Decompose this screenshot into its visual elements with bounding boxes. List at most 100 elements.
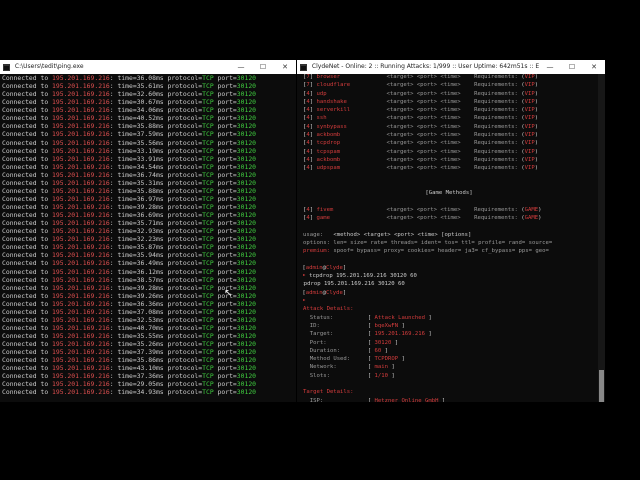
port-label: port=: [217, 243, 237, 252]
protocol-label: protocol=: [167, 170, 203, 179]
ping-output-line: Connected to 195.201.169.216: time=35.88…: [2, 122, 257, 131]
connected-prefix: Connected to: [2, 194, 53, 203]
ping-output-line: Connected to 195.201.169.216: time=37.36…: [2, 372, 257, 381]
protocol-label: protocol=: [167, 315, 203, 324]
maximize-icon[interactable]: ☐: [252, 60, 274, 74]
protocol-label: protocol=: [167, 364, 203, 373]
requirements-label: Requirements:: [474, 74, 518, 80]
target-ip: 195.201.169.216: [52, 194, 110, 203]
ping-output-line: Connected to 195.201.169.216: time=34.93…: [2, 388, 257, 397]
ping-time: 37.59: [136, 130, 156, 139]
ping-console-window[interactable]: C:\Users\tedit\ping.exe — ☐ ✕ Connected …: [0, 60, 296, 402]
port-label: port=: [217, 203, 237, 211]
target-ip: 195.201.169.216: [52, 227, 110, 236]
prompt-user: admin: [305, 264, 323, 271]
premium-label: premium:: [303, 248, 330, 255]
protocol-value: TCP: [202, 154, 214, 163]
port-label: port=: [217, 388, 237, 397]
ping-output-line: Connected to 195.201.169.216: time=35.86…: [2, 356, 257, 365]
clydenet-output[interactable]: [7] browser <target> <port> <time> Requir…: [303, 73, 595, 402]
ping-time: 35.86: [136, 356, 156, 365]
entered-command: tcpdrop 195.201.169.216 30120 60: [309, 273, 417, 280]
method-args: <target> <port> <time>: [386, 215, 461, 222]
prompt-user: admin: [305, 289, 323, 296]
attack-method-line: [7] cloudflare <target> <port> <time> Req…: [303, 82, 539, 89]
target-details-heading: Target Details:: [303, 388, 595, 396]
minimize-icon[interactable]: —: [539, 60, 561, 74]
ping-time: 40.52: [136, 114, 156, 123]
maximize-icon[interactable]: ☐: [561, 60, 583, 74]
connected-prefix: Connected to: [2, 162, 53, 171]
ping-output-line: Connected to 195.201.169.216: time=36.97…: [2, 194, 257, 203]
connected-prefix: Connected to: [2, 130, 53, 139]
clydenet-scrollbar[interactable]: [598, 74, 605, 402]
method-name: tcpdrop: [316, 140, 341, 147]
vip-badge: VIP: [524, 123, 535, 130]
connected-prefix: Connected to: [2, 388, 53, 397]
minimize-icon[interactable]: —: [230, 60, 252, 74]
method-args: <target> <port> <time>: [386, 90, 461, 97]
protocol-label: protocol=: [167, 82, 203, 91]
port-label: port=: [217, 122, 237, 131]
attack-method-line: [4] serverkill <target> <port> <time> Req…: [303, 107, 539, 114]
port-value: 30120: [236, 203, 257, 211]
detail-value: Hetzner Online GmbH: [374, 397, 439, 402]
vip-badge: VIP: [524, 98, 535, 105]
port-label: port=: [217, 219, 237, 228]
method-name: fivem: [316, 206, 334, 213]
protocol-label: protocol=: [167, 219, 203, 228]
ping-time: 39.28: [136, 283, 156, 292]
method-args: <target> <port> <time>: [386, 132, 461, 139]
ping-time: 35.87: [136, 243, 156, 252]
attack-method-line: [4] ackbomb <target> <port> <time> Requir…: [303, 132, 539, 139]
premium-text: spoof= bypass= proxy= cookies= header= j…: [333, 248, 549, 255]
ping-title-bar[interactable]: C:\Users\tedit\ping.exe — ☐ ✕: [0, 60, 296, 74]
ping-time: 29.05: [136, 380, 156, 389]
method-number: 4: [306, 107, 310, 114]
target-ip: 195.201.169.216: [52, 203, 110, 211]
close-icon[interactable]: ✕: [583, 60, 605, 74]
attack-method-line: [4] ackbomb <target> <port> <time> Requir…: [303, 156, 539, 163]
ping-window-controls: — ☐ ✕: [230, 60, 296, 74]
requirements-label: Requirements:: [474, 115, 518, 122]
scrollbar-thumb[interactable]: [599, 370, 604, 402]
protocol-label: protocol=: [167, 194, 203, 203]
port-value: 30120: [236, 251, 257, 260]
method-name: ackbomb: [316, 132, 341, 139]
ping-time: 36.69: [136, 211, 156, 220]
port-value: 30120: [236, 178, 257, 187]
game-methods-heading: [Game Methods]: [303, 189, 595, 197]
connected-prefix: Connected to: [2, 243, 53, 252]
port-value: 30120: [236, 154, 257, 163]
ping-time: 35.55: [136, 332, 156, 340]
clydenet-window[interactable]: ClydeNet - Online: 2 :: Running Attacks:…: [297, 60, 605, 402]
requirements-label: Requirements:: [474, 107, 518, 114]
close-icon[interactable]: ✕: [274, 60, 296, 74]
connected-prefix: Connected to: [2, 235, 53, 244]
attack-details-title: Attack Details:: [303, 306, 354, 313]
connected-prefix: Connected to: [2, 74, 53, 82]
protocol-value: TCP: [202, 138, 214, 147]
target-ip: 195.201.169.216: [52, 307, 110, 316]
clydenet-title-bar[interactable]: ClydeNet - Online: 2 :: Running Attacks:…: [297, 60, 605, 74]
protocol-value: TCP: [202, 130, 214, 139]
attack-detail-row: Port:[ 30120 ]: [309, 339, 399, 346]
target-ip: 195.201.169.216: [52, 251, 110, 260]
target-ip: 195.201.169.216: [52, 178, 110, 187]
target-ip: 195.201.169.216: [52, 380, 110, 389]
target-ip: 195.201.169.216: [52, 332, 110, 340]
ping-output-line: Connected to 195.201.169.216: time=32.53…: [2, 315, 257, 324]
ping-output-line: Connected to 195.201.169.216: time=35.87…: [2, 243, 257, 252]
method-number: 4: [306, 156, 310, 163]
connected-prefix: Connected to: [2, 307, 53, 316]
protocol-label: protocol=: [167, 243, 203, 252]
port-value: 30120: [236, 194, 257, 203]
attack-detail-row: Network:[ main ]: [309, 364, 395, 371]
ping-time: 34.06: [136, 106, 156, 115]
port-label: port=: [217, 227, 237, 236]
port-value: 30120: [236, 299, 257, 308]
ping-output[interactable]: Connected to 195.201.169.216: time=36.08…: [2, 74, 288, 402]
connected-prefix: Connected to: [2, 227, 53, 236]
